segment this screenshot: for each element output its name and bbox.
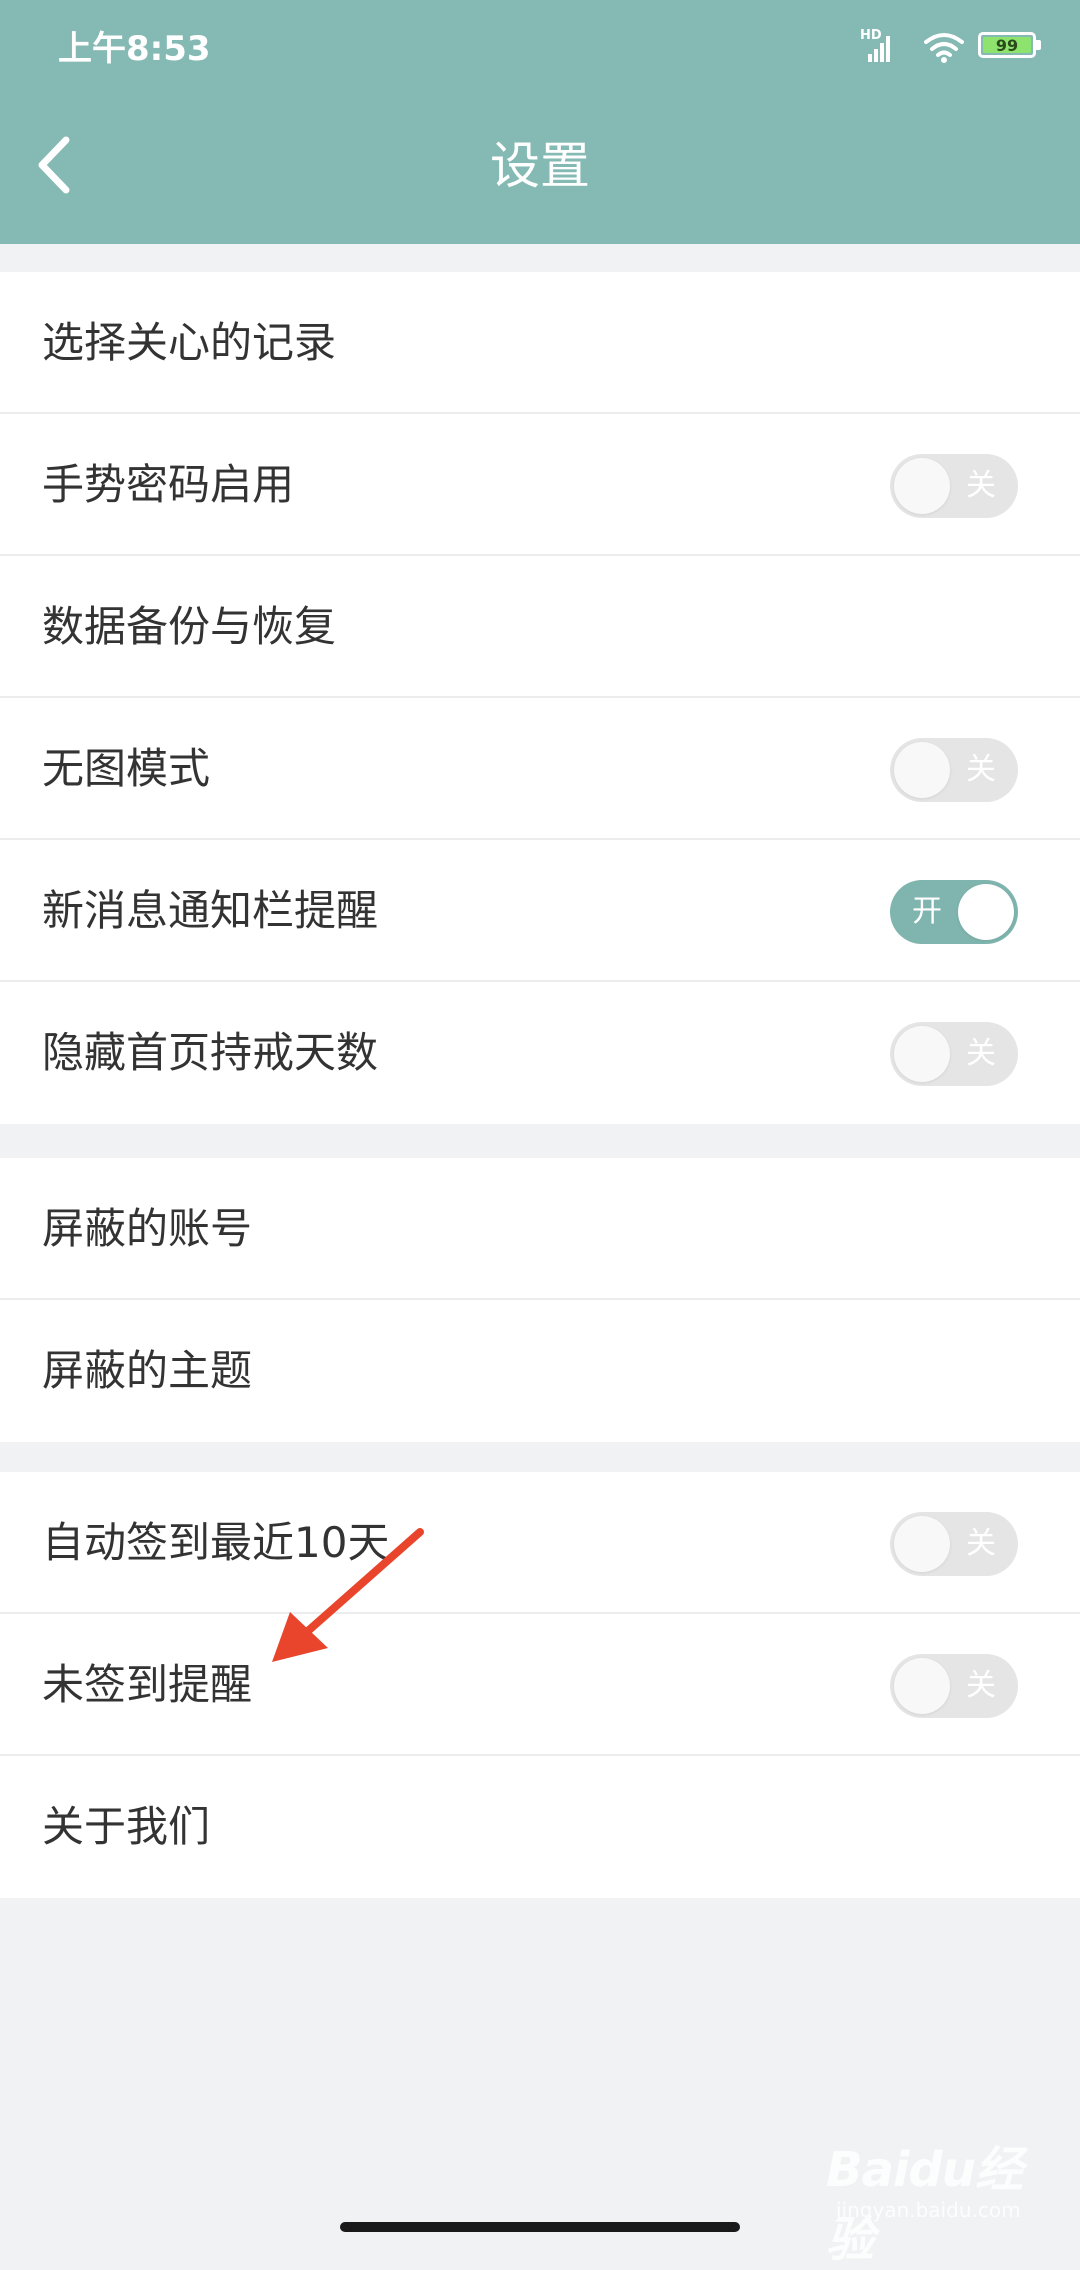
setting-row-hide-abstinence-days: 隐藏首页持戒天数 关 — [0, 982, 1080, 1124]
setting-label: 数据备份与恢复 — [42, 602, 337, 651]
setting-row-gesture-password: 手势密码启用 关 — [0, 414, 1080, 556]
toggle-knob — [894, 458, 950, 514]
setting-row-blocked-topics[interactable]: 屏蔽的主题 — [0, 1300, 1080, 1442]
toggle-knob — [894, 742, 950, 798]
setting-row-checkin-reminder: 未签到提醒 关 — [0, 1614, 1080, 1756]
watermark-url: jingyan.baidu.com — [836, 2198, 1021, 2222]
battery-icon: 99 — [978, 32, 1036, 58]
wifi-icon — [924, 33, 964, 63]
toggle-knob — [894, 1026, 950, 1082]
toggle-state: 关 — [966, 1668, 996, 1703]
annotation-arrow-icon — [272, 1528, 424, 1662]
setting-label: 屏蔽的账号 — [42, 1204, 253, 1253]
toggle-state: 关 — [966, 468, 996, 503]
toggle-state: 关 — [966, 752, 996, 787]
status-icons: HD 99 — [860, 28, 1046, 68]
toggle-knob — [894, 1658, 950, 1714]
page-title: 设置 — [490, 137, 590, 195]
toggle-state: 开 — [912, 894, 942, 929]
toggle-knob — [894, 1516, 950, 1572]
toggle-state: 关 — [966, 1036, 996, 1071]
setting-row-backup-restore[interactable]: 数据备份与恢复 — [0, 556, 1080, 698]
setting-label: 屏蔽的主题 — [42, 1346, 253, 1395]
settings-group-general: 选择关心的记录 手势密码启用 关 数据备份与恢复 无图模式 关 新消息通知栏提醒… — [0, 272, 1080, 1124]
toggle-knob — [958, 884, 1014, 940]
setting-row-about-us[interactable]: 关于我们 — [0, 1756, 1080, 1898]
signal-icon — [868, 36, 890, 62]
setting-row-care-records[interactable]: 选择关心的记录 — [0, 272, 1080, 414]
setting-label: 无图模式 — [42, 744, 211, 793]
settings-group-checkin: 自动签到最近10天 关 未签到提醒 关 关于我们 — [0, 1472, 1080, 1898]
battery-level: 99 — [983, 37, 1031, 54]
no-image-mode-toggle[interactable]: 关 — [890, 738, 1018, 802]
setting-row-notification-reminder: 新消息通知栏提醒 开 — [0, 840, 1080, 982]
setting-row-blocked-accounts[interactable]: 屏蔽的账号 — [0, 1158, 1080, 1300]
header-bar: 上午8:53 HD 99 设置 — [0, 0, 1080, 244]
checkin-reminder-toggle[interactable]: 关 — [890, 1654, 1018, 1718]
toggle-state: 关 — [966, 1526, 996, 1561]
setting-label: 未签到提醒 — [42, 1660, 253, 1709]
status-time: 上午8:53 — [58, 29, 211, 69]
notification-reminder-toggle[interactable]: 开 — [890, 880, 1018, 944]
setting-label: 新消息通知栏提醒 — [42, 886, 379, 935]
setting-label: 选择关心的记录 — [42, 318, 337, 367]
setting-row-no-image-mode: 无图模式 关 — [0, 698, 1080, 840]
hide-abstinence-days-toggle[interactable]: 关 — [890, 1022, 1018, 1086]
settings-group-blocked: 屏蔽的账号 屏蔽的主题 — [0, 1158, 1080, 1442]
auto-checkin-toggle[interactable]: 关 — [890, 1512, 1018, 1576]
setting-label: 手势密码启用 — [42, 460, 295, 509]
setting-row-auto-checkin: 自动签到最近10天 关 — [0, 1472, 1080, 1614]
gesture-password-toggle[interactable]: 关 — [890, 454, 1018, 518]
setting-label: 关于我们 — [42, 1802, 211, 1851]
baidu-watermark: Baidu经验 jingyan.baidu.com — [820, 2130, 1060, 2268]
setting-label: 隐藏首页持戒天数 — [42, 1028, 379, 1077]
home-indicator[interactable] — [340, 2222, 740, 2232]
battery-tip — [1036, 40, 1041, 50]
